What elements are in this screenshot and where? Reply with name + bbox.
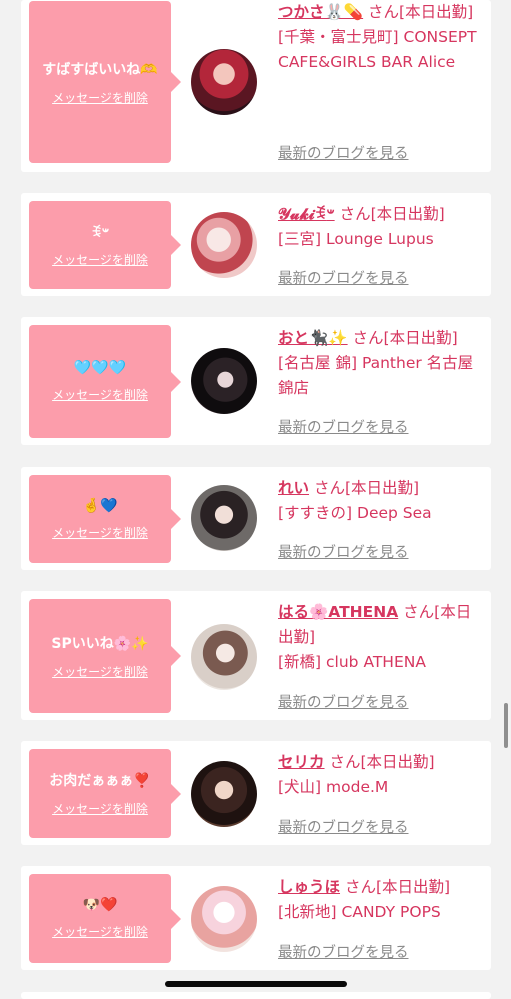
latest-blog-link[interactable]: 最新のブログを見る (278, 142, 409, 163)
message-text: 🤞💙 (82, 497, 118, 514)
latest-blog-link[interactable]: 最新のブログを見る (278, 416, 409, 437)
cast-name-link[interactable]: はる🌸ATHENA (278, 603, 398, 621)
delete-message-link[interactable]: メッセージを削除 (52, 800, 148, 817)
cast-info: 𝓨𝓾𝓴𝓲ꉂ𐤔 さん[本日出勤] [三宮] Lounge Lupus (278, 202, 486, 252)
cast-name-link[interactable]: つかさ🐰💊 (278, 3, 363, 21)
message-bubble: ꉂ𐤔 メッセージを削除 (29, 201, 181, 289)
shop-name: [名古屋 錦] Panther 名古屋錦店 (278, 354, 474, 397)
message-card: 🩵🩵🩵 メッセージを削除 おと🐈‍⬛✨ さん[本日出勤] [名古屋 錦] Pan… (21, 317, 491, 445)
shop-name: [北新地] CANDY POPS (278, 903, 441, 921)
cast-avatar[interactable] (191, 212, 257, 278)
delete-message-link[interactable]: メッセージを削除 (52, 524, 148, 541)
latest-blog-link[interactable]: 最新のブログを見る (278, 691, 409, 712)
message-text: お肉だぁぁぁ❣️ (49, 773, 151, 789)
cast-avatar[interactable] (191, 624, 257, 690)
message-card: お肉だぁぁぁ❣️ メッセージを削除 セリカ さん[本日出勤] [犬山] mode… (21, 741, 491, 845)
home-indicator[interactable] (165, 981, 347, 987)
shop-name: [犬山] mode.M (278, 778, 389, 796)
cast-info: しゅうほ さん[本日出勤] [北新地] CANDY POPS (278, 875, 486, 925)
attendance-status: さん[本日出勤] (329, 753, 435, 771)
cast-avatar[interactable] (191, 761, 257, 827)
message-text: すばすばいいね🫶 (42, 61, 158, 78)
cast-name-link[interactable]: しゅうほ (278, 878, 340, 896)
message-card: ꉂ𐤔 メッセージを削除 𝓨𝓾𝓴𝓲ꉂ𐤔 さん[本日出勤] [三宮] Lounge … (21, 193, 491, 296)
message-text: ꉂ𐤔 (90, 224, 110, 241)
delete-message-link[interactable]: メッセージを削除 (52, 923, 148, 940)
latest-blog-link[interactable]: 最新のブログを見る (278, 816, 409, 837)
cast-name-link[interactable]: れい (278, 479, 309, 497)
message-text: 🩵🩵🩵 (73, 360, 127, 376)
latest-blog-link[interactable]: 最新のブログを見る (278, 541, 409, 562)
message-card: 🤞💙 メッセージを削除 れい さん[本日出勤] [すすきの] Deep Sea … (21, 467, 491, 570)
cast-name-link[interactable]: おと🐈‍⬛✨ (278, 329, 348, 347)
cast-info: つかさ🐰💊 さん[本日出勤] [千葉・富士見町] CONSEPT CAFE&GI… (278, 0, 486, 75)
shop-name: [すすきの] Deep Sea (278, 504, 432, 522)
message-bubble: お肉だぁぁぁ❣️ メッセージを削除 (29, 749, 181, 838)
attendance-status: さん[本日出勤] (352, 329, 458, 347)
delete-message-link[interactable]: メッセージを削除 (52, 89, 148, 106)
message-card: SPいいね🌸✨ メッセージを削除 はる🌸ATHENA さん[本日出勤] [新橋]… (21, 591, 491, 720)
message-text: 🐶❤️ (82, 897, 118, 913)
message-card: すばすばいいね🫶 メッセージを削除 つかさ🐰💊 さん[本日出勤] [千葉・富士見… (21, 0, 491, 172)
shop-name: [新橋] club ATHENA (278, 653, 426, 671)
cast-avatar[interactable] (191, 348, 257, 414)
message-bubble: 🐶❤️ メッセージを削除 (29, 874, 181, 963)
cast-avatar[interactable] (191, 49, 257, 115)
scrollbar[interactable] (504, 703, 508, 748)
delete-message-link[interactable]: メッセージを削除 (52, 251, 148, 268)
attendance-status: さん[本日出勤] (339, 205, 445, 223)
cast-info: おと🐈‍⬛✨ さん[本日出勤] [名古屋 錦] Panther 名古屋錦店 (278, 326, 486, 401)
delete-message-link[interactable]: メッセージを削除 (52, 663, 148, 680)
cast-avatar[interactable] (191, 485, 257, 551)
cast-name-link[interactable]: セリカ (278, 753, 325, 771)
latest-blog-link[interactable]: 最新のブログを見る (278, 941, 409, 962)
message-bubble: SPいいね🌸✨ メッセージを削除 (29, 599, 181, 713)
cast-info: れい さん[本日出勤] [すすきの] Deep Sea (278, 476, 486, 526)
attendance-status: さん[本日出勤] (344, 878, 451, 896)
message-bubble: 🤞💙 メッセージを削除 (29, 475, 181, 563)
cast-name-link[interactable]: 𝓨𝓾𝓴𝓲ꉂ𐤔 (278, 205, 335, 223)
message-bubble: すばすばいいね🫶 メッセージを削除 (29, 1, 181, 163)
cast-info: はる🌸ATHENA さん[本日出勤] [新橋] club ATHENA (278, 600, 486, 675)
message-text: SPいいね🌸✨ (51, 635, 149, 652)
delete-message-link[interactable]: メッセージを削除 (52, 386, 148, 403)
shop-name: [千葉・富士見町] CONSEPT CAFE&GIRLS BAR Alice (278, 28, 477, 71)
attendance-status: さん[本日出勤] (368, 3, 474, 21)
cast-avatar[interactable] (191, 886, 257, 952)
message-bubble: 🩵🩵🩵 メッセージを削除 (29, 325, 181, 438)
latest-blog-link[interactable]: 最新のブログを見る (278, 267, 409, 288)
cast-info: セリカ さん[本日出勤] [犬山] mode.M (278, 750, 486, 800)
message-card-partial (21, 992, 491, 999)
attendance-status: さん[本日出勤] (313, 479, 420, 497)
message-card: 🐶❤️ メッセージを削除 しゅうほ さん[本日出勤] [北新地] CANDY P… (21, 866, 491, 970)
shop-name: [三宮] Lounge Lupus (278, 230, 434, 248)
